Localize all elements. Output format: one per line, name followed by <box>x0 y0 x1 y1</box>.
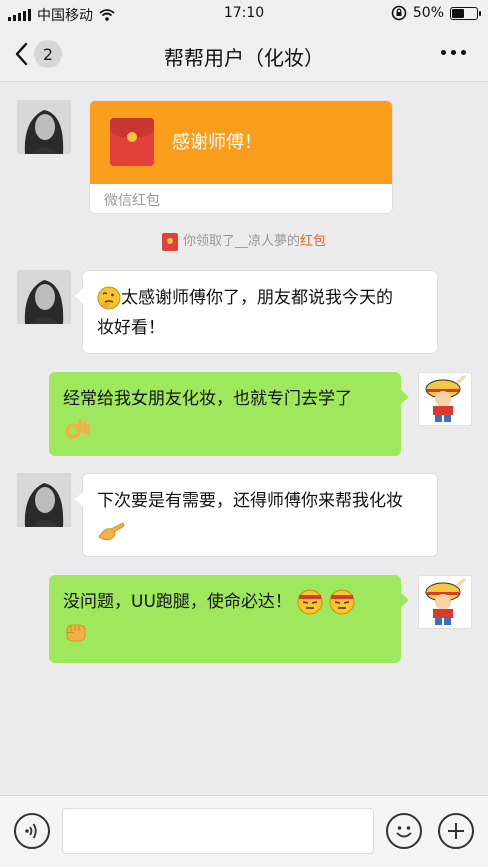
message-input[interactable] <box>62 808 374 854</box>
battery-level <box>452 8 464 18</box>
chat-title: 帮帮用户（化妆） <box>164 46 324 70</box>
nav-bar: 2 帮帮用户（化妆） <box>0 28 488 82</box>
incoming-message[interactable]: 太感谢师傅你了，朋友都说我今天的 妆好看！ <box>75 270 438 354</box>
more-dot-icon <box>451 50 456 55</box>
red-packet-title: 感谢师傅！ <box>172 132 262 153</box>
girl-avatar-icon <box>17 473 71 527</box>
more-dot-icon <box>461 50 466 55</box>
red-packet-link[interactable]: 红包 <box>300 234 326 249</box>
incoming-message[interactable]: 下次要是有需要，还得师傅你来帮我化妆 <box>75 473 438 557</box>
red-packet-body: 感谢师傅！ <box>90 101 392 184</box>
determined-face-icon <box>297 589 323 615</box>
pointing-hand-icon <box>98 522 125 541</box>
system-notice-text: 你领取了__凉人夢的 <box>182 234 300 249</box>
plus-icon <box>448 823 464 839</box>
contact-avatar[interactable] <box>17 270 71 324</box>
input-bar <box>0 795 488 867</box>
ok-hand-icon <box>65 419 90 439</box>
thinking-emoji-icon <box>97 286 121 310</box>
red-packet-footer: 微信红包 <box>104 193 160 209</box>
contact-avatar[interactable] <box>17 100 71 154</box>
emoji-icon <box>396 826 412 838</box>
red-envelope-icon <box>161 232 178 251</box>
message-text: 下次要是有需要，还得师傅你来帮我化妆 <box>97 491 403 511</box>
contact-avatar[interactable] <box>17 473 71 527</box>
pirate-avatar-icon <box>425 577 466 625</box>
more-button[interactable] <box>441 50 466 55</box>
pirate-avatar-icon <box>425 374 466 422</box>
battery-percent: 50% <box>412 5 444 21</box>
battery-icon <box>450 6 481 20</box>
voice-button[interactable] <box>14 813 50 849</box>
status-right: 50% <box>391 5 481 21</box>
red-packet-message[interactable]: 感谢师傅！ 微信红包 <box>89 100 393 214</box>
determined-face-icon <box>329 589 355 615</box>
outgoing-message[interactable]: 没问题，UU跑腿，使命必达！ <box>49 575 409 663</box>
girl-avatar-icon <box>17 270 71 324</box>
my-avatar[interactable] <box>418 575 472 629</box>
red-envelope-icon <box>110 118 154 166</box>
message-text: 没问题，UU跑腿，使命必达！ <box>63 592 292 612</box>
status-bar: 中国移动 17:10 50% <box>0 0 488 28</box>
system-notice: 你领取了__凉人夢的红包 <box>0 230 488 251</box>
more-dot-icon <box>441 50 446 55</box>
message-text: 太感谢师傅你了，朋友都说我今天的 <box>121 288 393 308</box>
message-text: 妆好看！ <box>97 318 165 338</box>
emoji-button[interactable] <box>386 813 422 849</box>
voice-icon <box>25 823 37 839</box>
my-avatar[interactable] <box>418 372 472 426</box>
message-text: 经常给我女朋友化妆，也就专门去学了 <box>63 389 352 409</box>
orientation-lock-icon <box>391 5 407 21</box>
outgoing-message[interactable]: 经常给我女朋友化妆，也就专门去学了 <box>49 372 409 456</box>
fist-icon <box>66 624 86 642</box>
girl-avatar-icon <box>17 100 71 154</box>
add-button[interactable] <box>438 813 474 849</box>
